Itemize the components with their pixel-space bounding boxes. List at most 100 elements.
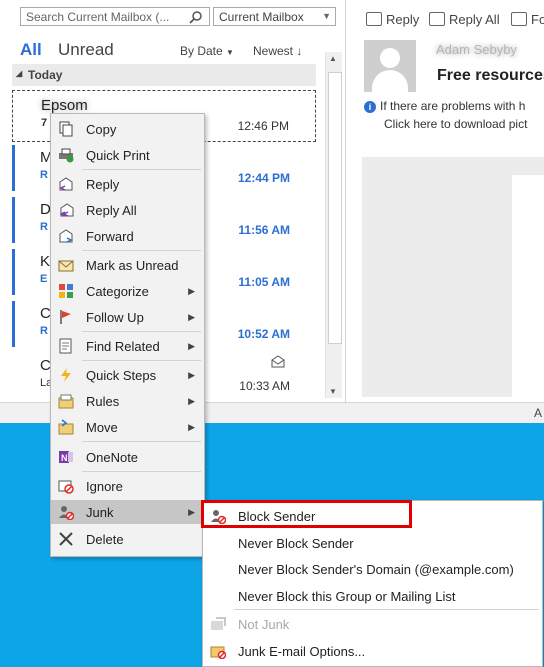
onenote-icon: N (59, 451, 73, 463)
filter-unread[interactable]: Unread (58, 40, 114, 60)
menu-item-quick-steps[interactable]: Quick Steps ▶ (51, 363, 204, 387)
menu-item-rules[interactable]: Rules ▶ (51, 389, 204, 413)
message-time: 10:33 AM (239, 379, 290, 393)
menu-item-mark-as-unread[interactable]: Mark as Unread (51, 253, 204, 277)
sort-order-label: Newest (253, 44, 294, 58)
menu-item-forward[interactable]: Forward (51, 224, 204, 248)
delete-icon (59, 532, 73, 546)
submenu-arrow-icon: ▶ (188, 286, 195, 296)
reply-all-icon (429, 12, 445, 26)
menu-item-label: Quick Print (86, 148, 150, 163)
message-subject: R (40, 221, 48, 233)
download-pictures-notice[interactable]: i If there are problems with h Click here… (364, 97, 527, 133)
search-icon[interactable] (189, 10, 203, 24)
svg-text:N: N (61, 453, 68, 463)
reading-sender: Adam Sebyby (436, 42, 517, 57)
menu-item-quick-print[interactable]: Quick Print (51, 143, 204, 167)
menu-item-reply-all[interactable]: Reply All (51, 198, 204, 222)
message-list-scrollbar[interactable]: ▲ ▼ (325, 52, 342, 398)
sort-by-button[interactable]: By Date ▼ (180, 44, 234, 58)
not-junk-icon (211, 617, 226, 630)
envelope-icon (58, 260, 74, 272)
reading-subject: Free resources (437, 67, 544, 84)
menu-item-reply[interactable]: Reply (51, 172, 204, 196)
group-header-today[interactable]: ◢ Today (12, 64, 316, 86)
submenu-arrow-icon: ▶ (188, 396, 195, 406)
message-body-preview (362, 157, 544, 397)
find-icon (59, 338, 72, 354)
unread-indicator (12, 197, 15, 243)
reply-all-icon (59, 203, 74, 217)
message-time: 10:52 AM (237, 327, 290, 341)
submenu-item-never-block-domain[interactable]: Never Block Sender's Domain (@example.co… (203, 557, 542, 581)
message-time: 12:46 PM (237, 119, 289, 133)
highlight-box (201, 500, 412, 528)
unread-indicator (12, 145, 15, 191)
menu-item-label: Copy (86, 122, 117, 137)
reading-reply-all-label: Reply All (449, 12, 500, 27)
search-scope-dropdown[interactable]: Current Mailbox ▼ (213, 7, 336, 26)
message-subject: 7 (41, 117, 48, 129)
avatar (364, 40, 416, 92)
filter-all[interactable]: All (20, 40, 42, 60)
menu-item-label: Categorize (86, 284, 149, 299)
submenu-arrow-icon: ▶ (188, 312, 195, 322)
submenu-item-label: Junk E-mail Options... (238, 644, 366, 659)
menu-item-ignore[interactable]: Ignore (51, 474, 204, 498)
info-line-1: If there are problems with h (380, 99, 526, 113)
chevron-down-icon: ▼ (226, 48, 234, 57)
submenu-item-never-block-sender[interactable]: Never Block Sender (203, 531, 542, 555)
search-input[interactable]: Search Current Mailbox (... (20, 7, 210, 26)
menu-item-find-related[interactable]: Find Related ▶ (51, 334, 204, 358)
message-time: 11:05 AM (238, 275, 290, 289)
menu-item-move[interactable]: Move ▶ (51, 415, 204, 439)
status-bar-text: A (533, 406, 542, 420)
menu-item-categorize[interactable]: Categorize ▶ (51, 279, 204, 303)
junk-options-icon (210, 646, 226, 659)
reading-reply-all-button[interactable]: Reply All (429, 12, 500, 27)
reading-reply-button[interactable]: Reply (366, 12, 419, 27)
rules-icon (58, 394, 74, 409)
message-subject: R (40, 169, 48, 181)
search-placeholder: Search Current Mailbox (... (26, 10, 170, 24)
submenu-item-never-block-group[interactable]: Never Block this Group or Mailing List (203, 584, 542, 608)
flag-icon (60, 310, 71, 324)
menu-item-junk[interactable]: Junk ▶ (51, 500, 204, 524)
scrollbar-thumb[interactable] (328, 72, 342, 344)
menu-item-label: Move (86, 420, 118, 435)
sort-order-button[interactable]: Newest ↓ (253, 44, 302, 58)
menu-item-copy[interactable]: Copy (51, 117, 204, 141)
menu-item-label: Quick Steps (86, 368, 157, 383)
message-subject: E (40, 273, 48, 285)
scroll-down-icon[interactable]: ▼ (329, 387, 337, 396)
category-icon (59, 284, 73, 298)
menu-item-label: Mark as Unread (86, 258, 179, 273)
forward-icon (59, 229, 73, 243)
reading-forward-button[interactable]: Fo (511, 12, 544, 27)
menu-item-label: Follow Up (86, 310, 144, 325)
reply-icon (366, 12, 382, 26)
chevron-down-icon: ▼ (322, 11, 331, 21)
message-time: 11:56 AM (238, 223, 290, 237)
menu-item-label: Forward (86, 229, 134, 244)
collapse-triangle-icon: ◢ (16, 69, 23, 78)
info-line-2: Click here to download pict (384, 117, 528, 131)
reading-forward-label: Fo (531, 12, 544, 27)
move-icon (58, 419, 74, 435)
submenu-item-junk-options[interactable]: Junk E-mail Options... (203, 639, 542, 663)
context-menu: Copy Quick Print Reply Reply All Forward… (50, 113, 205, 557)
message-time: 12:44 PM (237, 171, 290, 185)
menu-item-delete[interactable]: Delete (51, 527, 204, 551)
menu-item-label: OneNote (86, 450, 139, 465)
reading-pane: Reply Reply All Fo Adam Sebyby Free reso… (346, 0, 544, 402)
menu-item-label: Ignore (86, 479, 123, 494)
menu-item-label: Junk (86, 505, 114, 520)
message-sender: Epsom (41, 97, 88, 114)
menu-item-onenote[interactable]: N OneNote (51, 445, 204, 469)
scroll-up-icon[interactable]: ▲ (329, 54, 337, 63)
message-sender: K (40, 253, 51, 270)
menu-item-follow-up[interactable]: Follow Up ▶ (51, 305, 204, 329)
print-icon (59, 148, 74, 163)
junk-icon (59, 506, 74, 520)
menu-item-label: Reply All (86, 203, 137, 218)
